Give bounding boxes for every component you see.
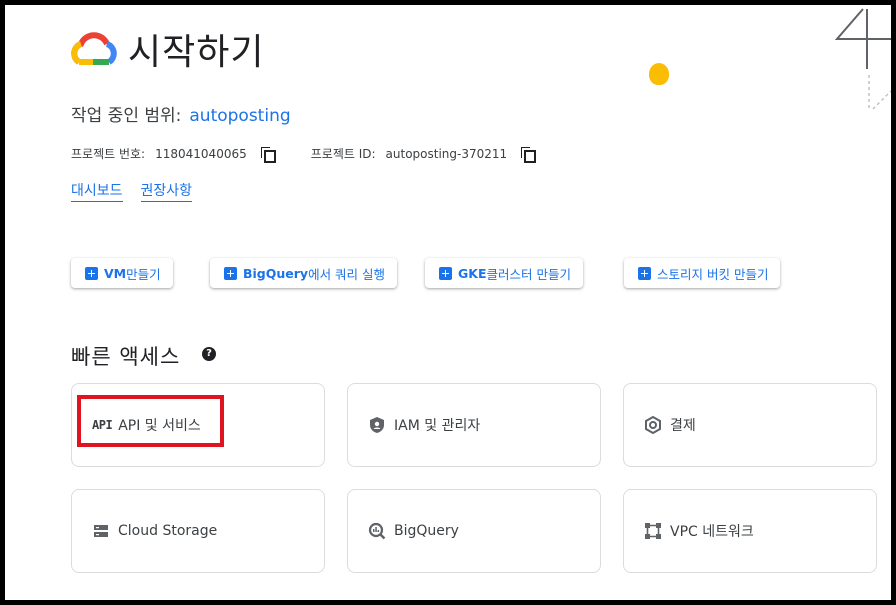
card-label: Cloud Storage (118, 523, 218, 539)
card-cloud-storage[interactable]: Cloud Storage (71, 489, 325, 573)
bigquery-icon (368, 522, 386, 540)
dashboard-link[interactable]: 대시보드 (71, 183, 123, 202)
action-label: 클러스터 만들기 (486, 266, 571, 282)
card-vpc-network[interactable]: VPC 네트워크 (623, 489, 877, 573)
scope-label: 작업 중인 범위: (71, 106, 182, 126)
create-storage-bucket-button[interactable]: 스토리지 버킷 만들기 (624, 258, 781, 288)
action-bold: BigQuery (243, 265, 309, 281)
card-label: VPC 네트워크 (670, 524, 754, 540)
decorative-illustration (834, 8, 891, 110)
card-label: BigQuery (394, 523, 459, 539)
create-gke-cluster-button[interactable]: GKE 클러스터 만들기 (425, 258, 583, 288)
action-bold: GKE (458, 265, 487, 281)
project-number-value: 118041040065 (155, 146, 247, 161)
project-ids: 프로젝트 번호: 118041040065 프로젝트 ID: autoposti… (71, 145, 571, 163)
shield-icon (368, 416, 386, 434)
google-cloud-logo (71, 32, 117, 65)
page-title: 시작하기 (128, 32, 265, 73)
card-label: 결제 (670, 418, 696, 434)
copy-project-id-icon[interactable] (521, 146, 537, 163)
help-icon[interactable]: ? (202, 347, 216, 361)
action-label: 에서 쿼리 실행 (308, 266, 386, 282)
card-iam-admin[interactable]: IAM 및 관리자 (347, 383, 601, 467)
card-bigquery[interactable]: BigQuery (347, 489, 601, 573)
decorative-dot (649, 63, 669, 85)
page: 시작하기 작업 중인 범위: autoposting 프로젝트 번호: 11804… (5, 5, 891, 600)
quick-access-title: 빠른 액세스 (71, 345, 181, 369)
project-number-label: 프로젝트 번호: (71, 147, 146, 161)
vpc-network-icon (644, 522, 662, 540)
action-label: 만들기 (126, 266, 161, 282)
plus-icon (85, 266, 98, 280)
plus-icon (224, 266, 237, 280)
action-bold: VM (104, 265, 127, 281)
card-label: IAM 및 관리자 (394, 418, 481, 434)
storage-icon (92, 522, 110, 540)
project-id-label: 프로젝트 ID: (310, 147, 376, 161)
recommendations-link[interactable]: 권장사항 (140, 183, 193, 202)
copy-project-number-icon[interactable] (260, 146, 276, 163)
nav-links: 대시보드 권장사항 (71, 180, 210, 202)
highlight-box (77, 395, 224, 447)
billing-icon (644, 416, 662, 434)
plus-icon (439, 266, 452, 280)
plus-icon (638, 266, 651, 280)
project-selector[interactable]: autoposting (189, 106, 290, 126)
project-id-value: autoposting-370211 (385, 146, 508, 161)
card-billing[interactable]: 결제 (623, 383, 877, 467)
create-vm-button[interactable]: VM 만들기 (71, 258, 173, 288)
action-label: 스토리지 버킷 만들기 (657, 266, 769, 282)
run-bigquery-query-button[interactable]: BigQuery 에서 쿼리 실행 (210, 258, 398, 288)
working-scope: 작업 중인 범위: autoposting (71, 101, 291, 126)
